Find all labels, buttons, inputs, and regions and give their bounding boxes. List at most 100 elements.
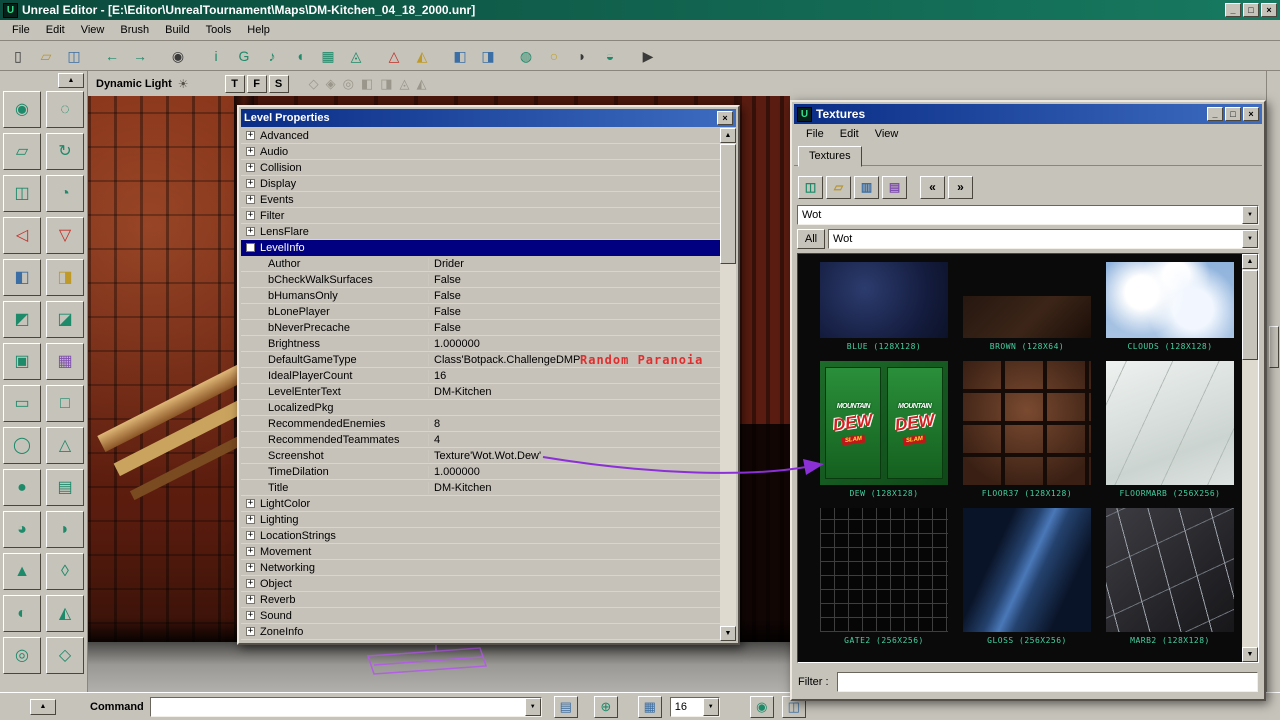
- property-value[interactable]: False: [428, 322, 720, 334]
- scroll-up-icon[interactable]: ▲: [720, 128, 736, 143]
- property-group-reverb[interactable]: + Reverb: [241, 592, 720, 608]
- texture-tile-gate2[interactable]: GATE2 (256X256): [820, 508, 948, 645]
- curved-stairs-brush-icon[interactable]: ◕: [3, 511, 41, 548]
- radius-view-icon[interactable]: ◎: [343, 77, 354, 90]
- package-properties-icon[interactable]: ▤: [882, 176, 907, 199]
- property-group-display[interactable]: + Display: [241, 176, 720, 192]
- property-row-levelentertext[interactable]: LevelEnterText DM-Kitchen: [241, 384, 720, 400]
- brush-scale-icon[interactable]: ▱: [3, 133, 41, 170]
- vertex-snap-icon[interactable]: ◇: [309, 77, 319, 90]
- group-browser-icon[interactable]: G: [231, 44, 257, 68]
- cube-brush-icon[interactable]: □: [46, 385, 84, 422]
- window-titlebar[interactable]: U Unreal Editor - [E:\Editor\UnrealTourn…: [0, 0, 1280, 20]
- menu-item-file[interactable]: File: [4, 21, 38, 39]
- close-button[interactable]: ×: [1261, 3, 1277, 17]
- texture-browser-icon[interactable]: ▦: [315, 44, 341, 68]
- texture-tile-clouds[interactable]: CLOUDS (128X128): [1106, 262, 1234, 351]
- spiral-stairs-brush-icon[interactable]: ◗: [46, 511, 84, 548]
- stairs-brush-icon[interactable]: ▤: [46, 469, 84, 506]
- panel-grip[interactable]: [1269, 326, 1279, 368]
- subtract-brush-icon[interactable]: ◨: [46, 259, 84, 296]
- property-value[interactable]: DM-Kitchen: [428, 386, 720, 398]
- menu-item-edit[interactable]: Edit: [832, 125, 867, 143]
- prev-group-icon[interactable]: «: [920, 176, 945, 199]
- music-browser-icon[interactable]: ♪: [259, 44, 285, 68]
- play-map-icon[interactable]: ▶: [635, 44, 661, 68]
- deintersect-brush-icon[interactable]: ◪: [46, 301, 84, 338]
- property-row-bcheckwalksurfaces[interactable]: bCheckWalkSurfaces False: [241, 272, 720, 288]
- mesh-browser-icon[interactable]: ◬: [343, 44, 369, 68]
- property-group-events[interactable]: + Events: [241, 192, 720, 208]
- close-button[interactable]: ×: [1243, 107, 1259, 121]
- property-value[interactable]: 1.000000: [428, 338, 720, 350]
- expand-icon[interactable]: +: [246, 563, 255, 572]
- property-row-localizedpkg[interactable]: LocalizedPkg: [241, 400, 720, 416]
- backdrop-view-icon[interactable]: ◬: [400, 77, 410, 90]
- mirror-tool-icon[interactable]: ◐: [3, 595, 41, 632]
- property-row-screenshot[interactable]: Screenshot Texture'Wot.Wot.Dew': [241, 448, 720, 464]
- scroll-up-icon[interactable]: ▲: [1242, 254, 1258, 269]
- expand-icon[interactable]: +: [246, 179, 255, 188]
- chevron-down-icon[interactable]: ▼: [525, 698, 541, 716]
- expand-icon[interactable]: +: [246, 531, 255, 540]
- actor-properties-icon[interactable]: ⊕: [594, 696, 618, 718]
- sheet-view-icon[interactable]: ◨: [380, 77, 392, 90]
- filter-input[interactable]: [837, 672, 1258, 692]
- search-icon[interactable]: ◉: [165, 44, 191, 68]
- light-actor-icon[interactable]: ○: [541, 44, 567, 68]
- property-group-filter[interactable]: + Filter: [241, 208, 720, 224]
- property-value[interactable]: False: [428, 274, 720, 286]
- close-button[interactable]: ×: [717, 111, 733, 125]
- texture-rotate-icon[interactable]: ◔: [46, 175, 84, 212]
- expand-icon[interactable]: +: [246, 131, 255, 140]
- properties-scrollbar[interactable]: ▲ ▼: [720, 128, 736, 641]
- scroll-down-icon[interactable]: ▼: [1242, 647, 1258, 662]
- maximize-button[interactable]: □: [1225, 107, 1241, 121]
- expand-icon[interactable]: +: [246, 579, 255, 588]
- chevron-down-icon[interactable]: ▼: [1242, 206, 1258, 224]
- camera-mode-icon[interactable]: ◉: [3, 91, 41, 128]
- next-group-icon[interactable]: »: [948, 176, 973, 199]
- expand-icon[interactable]: +: [246, 227, 255, 236]
- expand-icon[interactable]: +: [246, 611, 255, 620]
- texture-tile-dew[interactable]: MOUNTAINDEWSLAMMOUNTAINDEWSLAM DEW (128X…: [820, 361, 948, 498]
- property-group-sound[interactable]: + Sound: [241, 608, 720, 624]
- expand-icon[interactable]: +: [246, 595, 255, 604]
- s-toggle-button[interactable]: S: [269, 75, 289, 93]
- sphere-brush-icon[interactable]: ●: [3, 469, 41, 506]
- property-row-brightness[interactable]: Brightness 1.000000: [241, 336, 720, 352]
- builder-brush-wireframe[interactable]: [364, 644, 514, 684]
- grid-size-select[interactable]: 16 ▼: [670, 697, 720, 717]
- property-row-recommendedenemies[interactable]: RecommendedEnemies 8: [241, 416, 720, 432]
- property-group-collision[interactable]: + Collision: [241, 160, 720, 176]
- textures-titlebar[interactable]: U Textures _ □ ×: [794, 104, 1262, 124]
- cylinder-brush-icon[interactable]: ◯: [3, 427, 41, 464]
- vertex-editing-icon[interactable]: ◌: [46, 91, 84, 128]
- expand-icon[interactable]: +: [246, 195, 255, 204]
- property-value[interactable]: False: [428, 290, 720, 302]
- property-row-bneverprecache[interactable]: bNeverPrecache False: [241, 320, 720, 336]
- texture-tile-floormarb[interactable]: FLOORMARB (256X256): [1106, 361, 1234, 498]
- property-group-lightcolor[interactable]: + LightColor: [241, 496, 720, 512]
- level-properties-titlebar[interactable]: Level Properties ×: [241, 109, 736, 127]
- property-row-bloneplayer[interactable]: bLonePlayer False: [241, 304, 720, 320]
- dock-browser-icon[interactable]: ◫: [798, 176, 823, 199]
- expand-icon[interactable]: +: [246, 499, 255, 508]
- texture-tile-gloss[interactable]: GLOSS (256X256): [963, 508, 1091, 645]
- 2d-shape-editor-icon[interactable]: ◧: [447, 44, 473, 68]
- menu-item-view[interactable]: View: [867, 125, 907, 143]
- realtime-preview-icon[interactable]: ◭: [417, 77, 427, 90]
- property-row-bhumansonly[interactable]: bHumansOnly False: [241, 288, 720, 304]
- menu-item-view[interactable]: View: [73, 21, 113, 39]
- property-value[interactable]: 16: [428, 370, 720, 382]
- property-group-levelinfo[interactable]: - LevelInfo: [241, 240, 720, 256]
- package-select[interactable]: Wot ▼: [797, 205, 1259, 225]
- minimize-button[interactable]: _: [1207, 107, 1223, 121]
- terrain-brush-icon[interactable]: ▲: [3, 553, 41, 590]
- property-value[interactable]: 1.000000: [428, 466, 720, 478]
- menu-item-edit[interactable]: Edit: [38, 21, 73, 39]
- grid-snap-icon[interactable]: ▦: [638, 696, 662, 718]
- property-value[interactable]: 4: [428, 434, 720, 446]
- property-group-locationstrings[interactable]: + LocationStrings: [241, 528, 720, 544]
- expand-icon[interactable]: +: [246, 211, 255, 220]
